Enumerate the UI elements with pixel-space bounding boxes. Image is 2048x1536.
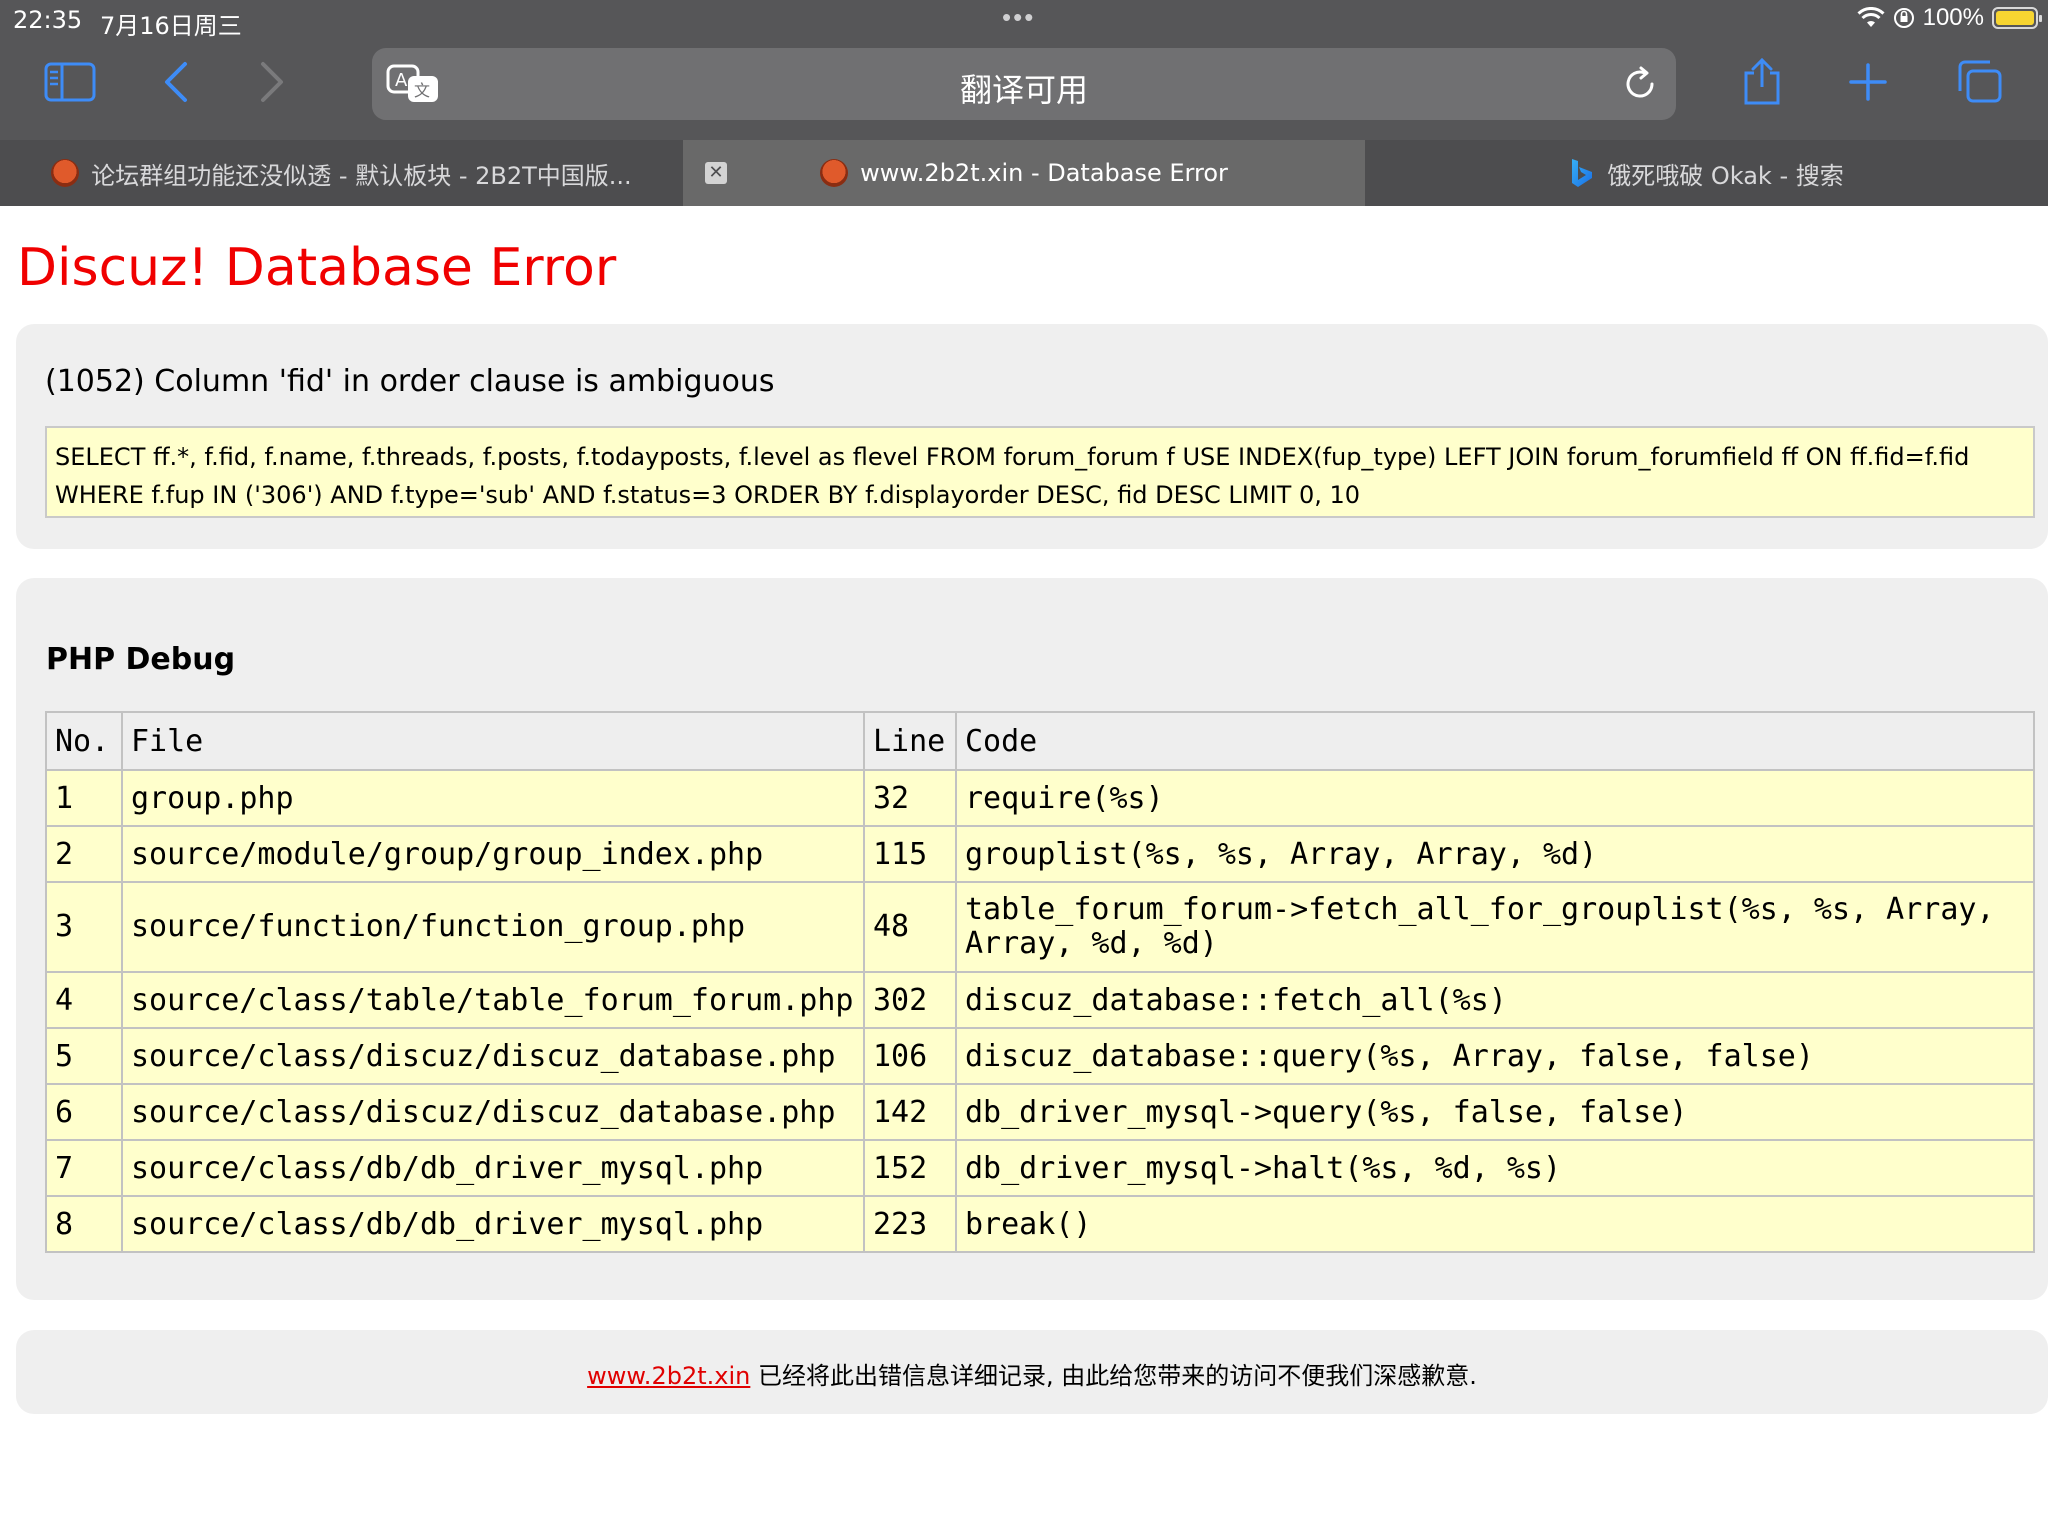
site-link[interactable]: www.2b2t.xin (587, 1362, 750, 1390)
cell-no: 2 (45, 825, 123, 883)
url-text[interactable]: 翻译可用 (372, 65, 1676, 111)
footer-text: 已经将此出错信息详细记录, 由此给您带来的访问不便我们深感歉意. (750, 1362, 1477, 1390)
cell-no: 3 (45, 881, 123, 973)
php-debug-box: PHP Debug No. File Line Code 1 group.php… (16, 578, 2048, 1300)
cell-code: db_driver_mysql->query(%s, false, false) (955, 1083, 2035, 1141)
tab-title: www.2b2t.xin - Database Error (860, 159, 1228, 187)
debug-title: PHP Debug (46, 642, 236, 677)
page-content: Discuz! Database Error (1052) Column 'fi… (0, 206, 2048, 1536)
browser-chrome: 22:35 7月16日周三 ••• 100% A 文 翻译可用 (0, 0, 2048, 140)
cell-line: 32 (863, 769, 957, 827)
cell-code: db_driver_mysql->halt(%s, %d, %s) (955, 1139, 2035, 1197)
table-row: 4 source/class/table/table_forum_forum.p… (45, 971, 2035, 1029)
close-tab-icon[interactable]: ✕ (705, 162, 727, 184)
cell-file: source/module/group/group_index.php (121, 825, 865, 883)
cell-file: source/class/discuz/discuz_database.php (121, 1083, 865, 1141)
cell-no: 7 (45, 1139, 123, 1197)
table-row: 5 source/class/discuz/discuz_database.ph… (45, 1027, 2035, 1085)
cell-file: source/class/discuz/discuz_database.php (121, 1027, 865, 1085)
cell-no: 1 (45, 769, 123, 827)
tab-bing-search[interactable]: 饿死哦破 Okak - 搜索 (1365, 140, 2048, 206)
sql-line: SELECT ff.*, f.fid, f.name, f.threads, f… (55, 443, 1970, 471)
share-button[interactable] (1732, 56, 1792, 108)
cell-code: require(%s) (955, 769, 2035, 827)
footer-message: www.2b2t.xin 已经将此出错信息详细记录, 由此给您带来的访问不便我们… (16, 1356, 2048, 1391)
footer-box: www.2b2t.xin 已经将此出错信息详细记录, 由此给您带来的访问不便我们… (16, 1330, 2048, 1414)
tabs-overview-icon (1958, 60, 2002, 103)
table-row: 6 source/class/discuz/discuz_database.ph… (45, 1083, 2035, 1141)
cell-code: grouplist(%s, %s, Array, Array, %d) (955, 825, 2035, 883)
table-row: 7 source/class/db/db_driver_mysql.php 15… (45, 1139, 2035, 1197)
cell-file: group.php (121, 769, 865, 827)
orientation-lock-icon (1893, 8, 1914, 28)
tabs-overview-button[interactable] (1950, 56, 2010, 108)
column-header: File (121, 711, 865, 771)
cell-line: 223 (863, 1195, 957, 1253)
sidebar-icon (44, 62, 96, 102)
status-bar: 22:35 7月16日周三 ••• 100% (0, 0, 2048, 40)
cell-code: table_forum_forum->fetch_all_for_groupli… (955, 881, 2035, 973)
cell-code: discuz_database::fetch_all(%s) (955, 971, 2035, 1029)
table-row: 2 source/module/group/group_index.php 11… (45, 825, 2035, 883)
cell-line: 48 (863, 881, 957, 973)
new-tab-icon (1849, 63, 1887, 101)
battery-icon (1992, 7, 2042, 29)
page-title: Discuz! Database Error (17, 238, 617, 298)
table-header-row: No. File Line Code (45, 711, 2035, 771)
cell-file: source/class/db/db_driver_mysql.php (121, 1139, 865, 1197)
tab-title: 饿死哦破 Okak - 搜索 (1607, 161, 1844, 190)
cell-no: 4 (45, 971, 123, 1029)
column-header: Line (863, 711, 957, 771)
error-message: (1052) Column 'fid' in order clause is a… (45, 364, 775, 399)
bing-icon (1572, 159, 1593, 187)
cell-line: 106 (863, 1027, 957, 1085)
table-row: 1 group.php 32 require(%s) (45, 769, 2035, 827)
table-row: 3 source/function/function_group.php 48 … (45, 881, 2035, 973)
column-header: No. (45, 711, 123, 771)
address-bar[interactable]: A 文 翻译可用 (372, 48, 1676, 120)
site-favicon-icon (820, 159, 849, 187)
tab-database-error[interactable]: ✕ www.2b2t.xin - Database Error (683, 140, 1365, 206)
cell-line: 302 (863, 971, 957, 1029)
tab-forum[interactable]: 论坛群组功能还没似透 - 默认板块 - 2B2T中国版... (0, 140, 683, 206)
column-header: Code (955, 711, 2035, 771)
sql-query-box: SELECT ff.*, f.fid, f.name, f.threads, f… (45, 426, 2035, 518)
sql-line: WHERE f.fup IN ('306') AND f.type='sub' … (55, 481, 1361, 509)
wifi-icon (1857, 7, 1885, 27)
status-date: 7月16日周三 (100, 12, 242, 40)
forward-icon (261, 62, 283, 102)
cell-no: 5 (45, 1027, 123, 1085)
cell-file: source/class/table/table_forum_forum.php (121, 971, 865, 1029)
forward-button[interactable] (242, 56, 302, 108)
debug-table: No. File Line Code 1 group.php 32 requir… (45, 711, 2035, 1253)
status-time: 22:35 (13, 6, 83, 34)
new-tab-button[interactable] (1838, 56, 1898, 108)
table-row: 8 source/class/db/db_driver_mysql.php 22… (45, 1195, 2035, 1253)
battery-percent: 100% (1922, 4, 1984, 31)
back-icon (165, 62, 187, 102)
tab-title: 论坛群组功能还没似透 - 默认板块 - 2B2T中国版... (91, 161, 632, 190)
site-favicon-icon (51, 159, 80, 187)
cell-line: 142 (863, 1083, 957, 1141)
toolbar: A 文 翻译可用 (0, 38, 2048, 140)
share-icon (1744, 57, 1780, 105)
cell-file: source/function/function_group.php (121, 881, 865, 973)
multitasking-dots[interactable]: ••• (1002, 2, 1035, 33)
cell-no: 6 (45, 1083, 123, 1141)
sidebar-button[interactable] (40, 56, 100, 108)
cell-code: break() (955, 1195, 2035, 1253)
error-message-box: (1052) Column 'fid' in order clause is a… (16, 324, 2048, 549)
cell-line: 115 (863, 825, 957, 883)
cell-file: source/class/db/db_driver_mysql.php (121, 1195, 865, 1253)
back-button[interactable] (146, 56, 206, 108)
tab-bar: 论坛群组功能还没似透 - 默认板块 - 2B2T中国版... ✕ www.2b2… (0, 140, 2048, 206)
cell-code: discuz_database::query(%s, Array, false,… (955, 1027, 2035, 1085)
cell-line: 152 (863, 1139, 957, 1197)
status-right: 100% (1857, 4, 2042, 32)
cell-no: 8 (45, 1195, 123, 1253)
reload-icon[interactable] (1622, 66, 1658, 102)
